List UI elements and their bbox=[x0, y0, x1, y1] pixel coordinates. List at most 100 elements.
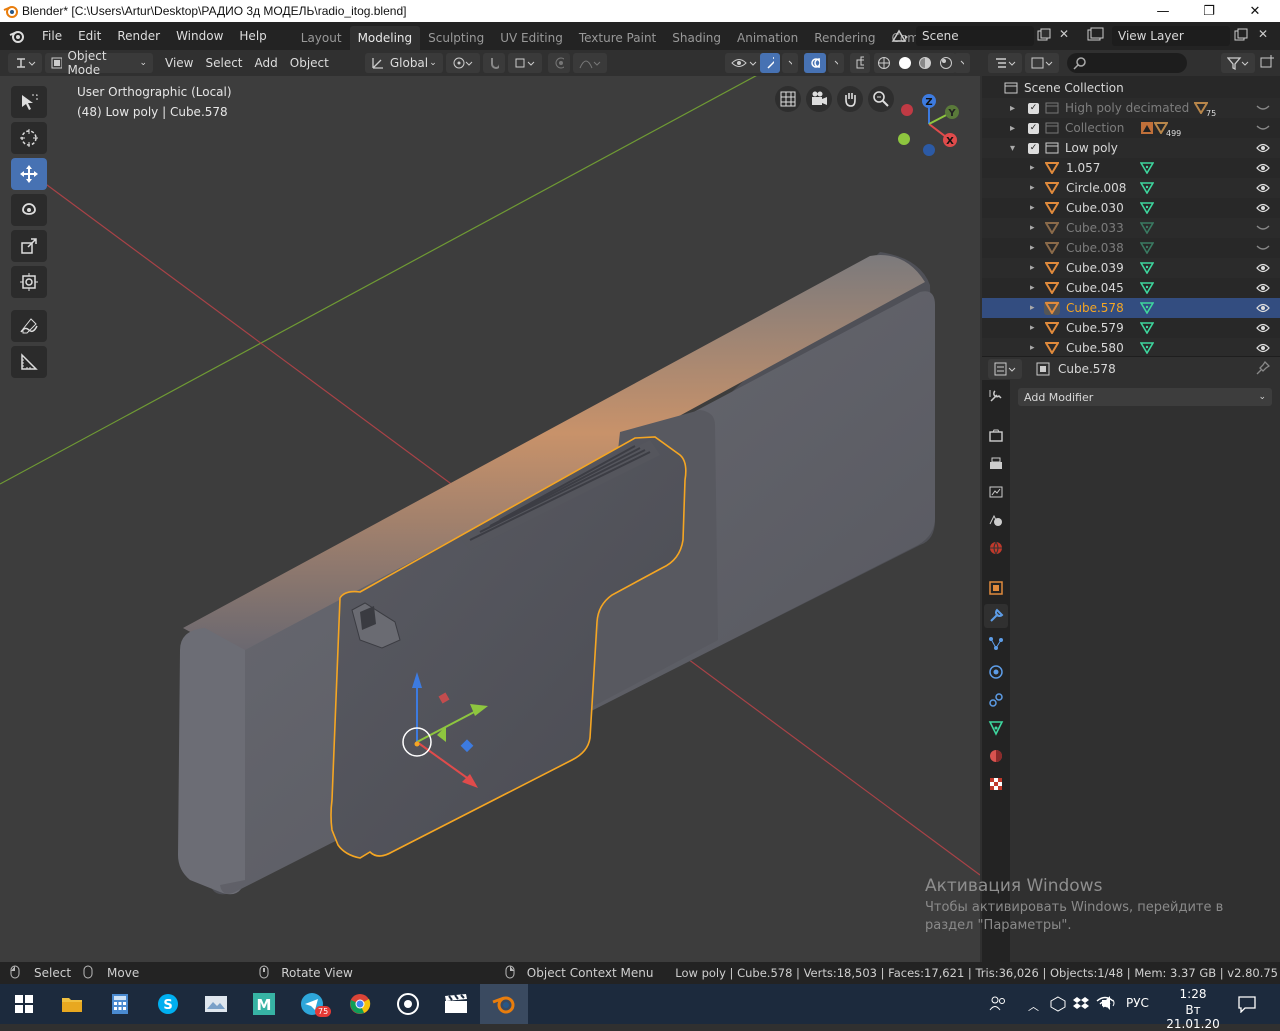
tab-particles-icon[interactable] bbox=[984, 632, 1008, 656]
snap-target-icon[interactable] bbox=[507, 53, 542, 73]
axis-navigation-gizmo[interactable]: Z X Y bbox=[896, 90, 966, 170]
menu-window[interactable]: Window bbox=[168, 22, 231, 50]
expand-arrow-icon[interactable]: ▸ bbox=[1030, 243, 1042, 253]
new-view-layer-icon[interactable] bbox=[1234, 28, 1248, 45]
image-viewer-icon[interactable] bbox=[192, 984, 240, 1024]
tab-render-icon[interactable] bbox=[984, 424, 1008, 448]
video-editor-icon[interactable] bbox=[432, 984, 480, 1024]
clock[interactable]: 1:28 Вт 21.01.20 bbox=[1160, 987, 1226, 1031]
menu-edit[interactable]: Edit bbox=[70, 22, 109, 50]
pan-hand-icon[interactable] bbox=[837, 86, 863, 112]
tab-modifiers-icon[interactable] bbox=[984, 604, 1008, 628]
tab-view-layer-icon[interactable] bbox=[984, 480, 1008, 504]
camera-view-icon[interactable] bbox=[806, 86, 832, 112]
visibility-selector-icon[interactable] bbox=[725, 53, 763, 73]
mesh-data-icon[interactable] bbox=[1140, 262, 1154, 274]
outliner-object-7[interactable]: ▸ Cube.578 bbox=[982, 298, 1280, 318]
view-layer-field[interactable]: View Layer bbox=[1112, 26, 1230, 46]
orientation-selector[interactable]: Global ⌄ bbox=[364, 53, 443, 73]
outliner-object-8[interactable]: ▸ Cube.579 bbox=[982, 318, 1280, 338]
tab-world-icon[interactable] bbox=[984, 536, 1008, 560]
tab-scene-icon[interactable] bbox=[984, 508, 1008, 532]
blender-taskbar-icon[interactable] bbox=[480, 984, 528, 1024]
mesh-data-icon[interactable] bbox=[1140, 282, 1154, 294]
language-indicator[interactable]: РУС bbox=[1126, 996, 1149, 1010]
wireframe-shading-icon[interactable] bbox=[877, 56, 891, 70]
tab-object-icon[interactable] bbox=[984, 576, 1008, 600]
mesh-data-icon[interactable] bbox=[1140, 222, 1154, 234]
tab-output-icon[interactable] bbox=[984, 452, 1008, 476]
outliner-object-0[interactable]: ▸ 1.057 bbox=[982, 158, 1280, 178]
mesh-data-icon[interactable] bbox=[1140, 242, 1154, 254]
maximize-button[interactable]: ❐ bbox=[1186, 0, 1232, 22]
tab-texture-icon[interactable] bbox=[984, 772, 1008, 796]
tab-tool-icon[interactable] bbox=[984, 384, 1008, 408]
calculator-icon[interactable] bbox=[96, 984, 144, 1024]
outliner-collection-2[interactable]: ▾ ✓ Low poly bbox=[982, 138, 1280, 158]
view-menu[interactable]: View bbox=[159, 53, 199, 73]
volume-icon[interactable] bbox=[1100, 994, 1118, 1015]
expand-arrow-icon[interactable]: ▸ bbox=[1030, 203, 1042, 213]
rendered-shading-icon[interactable] bbox=[939, 56, 953, 70]
mesh-data-icon[interactable] bbox=[1140, 342, 1154, 354]
eye-icon[interactable] bbox=[1256, 283, 1270, 293]
expand-arrow-icon[interactable]: ▸ bbox=[1030, 303, 1042, 313]
material-shading-icon[interactable] bbox=[918, 56, 932, 70]
remove-view-layer-icon[interactable]: ✕ bbox=[1258, 27, 1268, 41]
tool-scale[interactable] bbox=[11, 230, 47, 262]
display-mode-icon[interactable] bbox=[1025, 53, 1059, 73]
tool-rotate[interactable] bbox=[11, 194, 47, 226]
telegram-icon[interactable]: 75 bbox=[288, 984, 336, 1024]
scene-selector-icon[interactable] bbox=[886, 26, 914, 46]
outliner-scene-collection[interactable]: Scene Collection bbox=[982, 78, 1280, 98]
proportional-falloff-icon[interactable] bbox=[572, 53, 607, 73]
eye-icon[interactable] bbox=[1256, 203, 1270, 213]
snap-toggle-icon[interactable] bbox=[482, 53, 505, 73]
outliner-object-9[interactable]: ▸ Cube.580 bbox=[982, 338, 1280, 358]
outliner-object-4[interactable]: ▸ Cube.038 bbox=[982, 238, 1280, 258]
outliner-collection-1[interactable]: ▸ ✓ Collection 499 bbox=[982, 118, 1280, 138]
hidden-eye-icon[interactable] bbox=[1256, 103, 1270, 113]
expand-arrow-icon[interactable]: ▸ bbox=[1010, 123, 1022, 134]
minimize-button[interactable]: — bbox=[1140, 0, 1186, 22]
outliner-editor-type-icon[interactable] bbox=[988, 53, 1022, 73]
checkbox-icon[interactable]: ✓ bbox=[1028, 102, 1039, 114]
dropbox-icon[interactable] bbox=[1072, 996, 1090, 1015]
notifications-icon[interactable] bbox=[1238, 995, 1256, 1016]
grid-view-icon[interactable] bbox=[775, 86, 801, 112]
gizmo-dropdown-icon[interactable] bbox=[782, 53, 798, 73]
eye-icon[interactable] bbox=[1256, 163, 1270, 173]
xray-toggle-icon[interactable] bbox=[850, 53, 870, 73]
eye-icon[interactable] bbox=[1256, 343, 1270, 353]
expand-arrow-icon[interactable]: ▸ bbox=[1030, 283, 1042, 293]
eye-icon[interactable] bbox=[1256, 323, 1270, 333]
tool-measure[interactable] bbox=[11, 346, 47, 378]
expand-arrow-icon[interactable]: ▸ bbox=[1030, 163, 1042, 173]
tab-constraints-icon[interactable] bbox=[984, 688, 1008, 712]
mesh-data-icon[interactable] bbox=[1140, 202, 1154, 214]
new-collection-icon[interactable] bbox=[1259, 54, 1275, 73]
proportional-edit-icon[interactable] bbox=[547, 53, 570, 73]
new-scene-icon[interactable] bbox=[1037, 28, 1051, 45]
tab-physics-icon[interactable] bbox=[984, 660, 1008, 684]
editor-type-icon[interactable] bbox=[8, 53, 42, 73]
windows-start-icon[interactable] bbox=[0, 984, 48, 1024]
mesh-data-icon[interactable] bbox=[1140, 302, 1154, 314]
eye-icon[interactable] bbox=[1256, 263, 1270, 273]
tab-shading[interactable]: Shading bbox=[664, 26, 729, 50]
tab-sculpting[interactable]: Sculpting bbox=[420, 26, 492, 50]
show-overlays-icon[interactable] bbox=[804, 53, 826, 73]
tab-texture-paint[interactable]: Texture Paint bbox=[571, 26, 664, 50]
overlays-dropdown-icon[interactable] bbox=[828, 53, 844, 73]
outliner-object-1[interactable]: ▸ Circle.008 bbox=[982, 178, 1280, 198]
menu-render[interactable]: Render bbox=[109, 22, 168, 50]
eye-icon[interactable] bbox=[1256, 143, 1270, 153]
expand-arrow-icon[interactable]: ▸ bbox=[1030, 263, 1042, 273]
tab-animation[interactable]: Animation bbox=[729, 26, 806, 50]
solid-shading-icon[interactable] bbox=[898, 56, 912, 70]
tool-annotate[interactable] bbox=[11, 310, 47, 342]
expand-arrow-icon[interactable]: ▸ bbox=[1030, 323, 1042, 333]
tray-chevron-up-icon[interactable]: ︿ bbox=[1028, 998, 1039, 1014]
scene-field[interactable]: Scene bbox=[916, 26, 1034, 46]
tab-uv-editing[interactable]: UV Editing bbox=[492, 26, 571, 50]
